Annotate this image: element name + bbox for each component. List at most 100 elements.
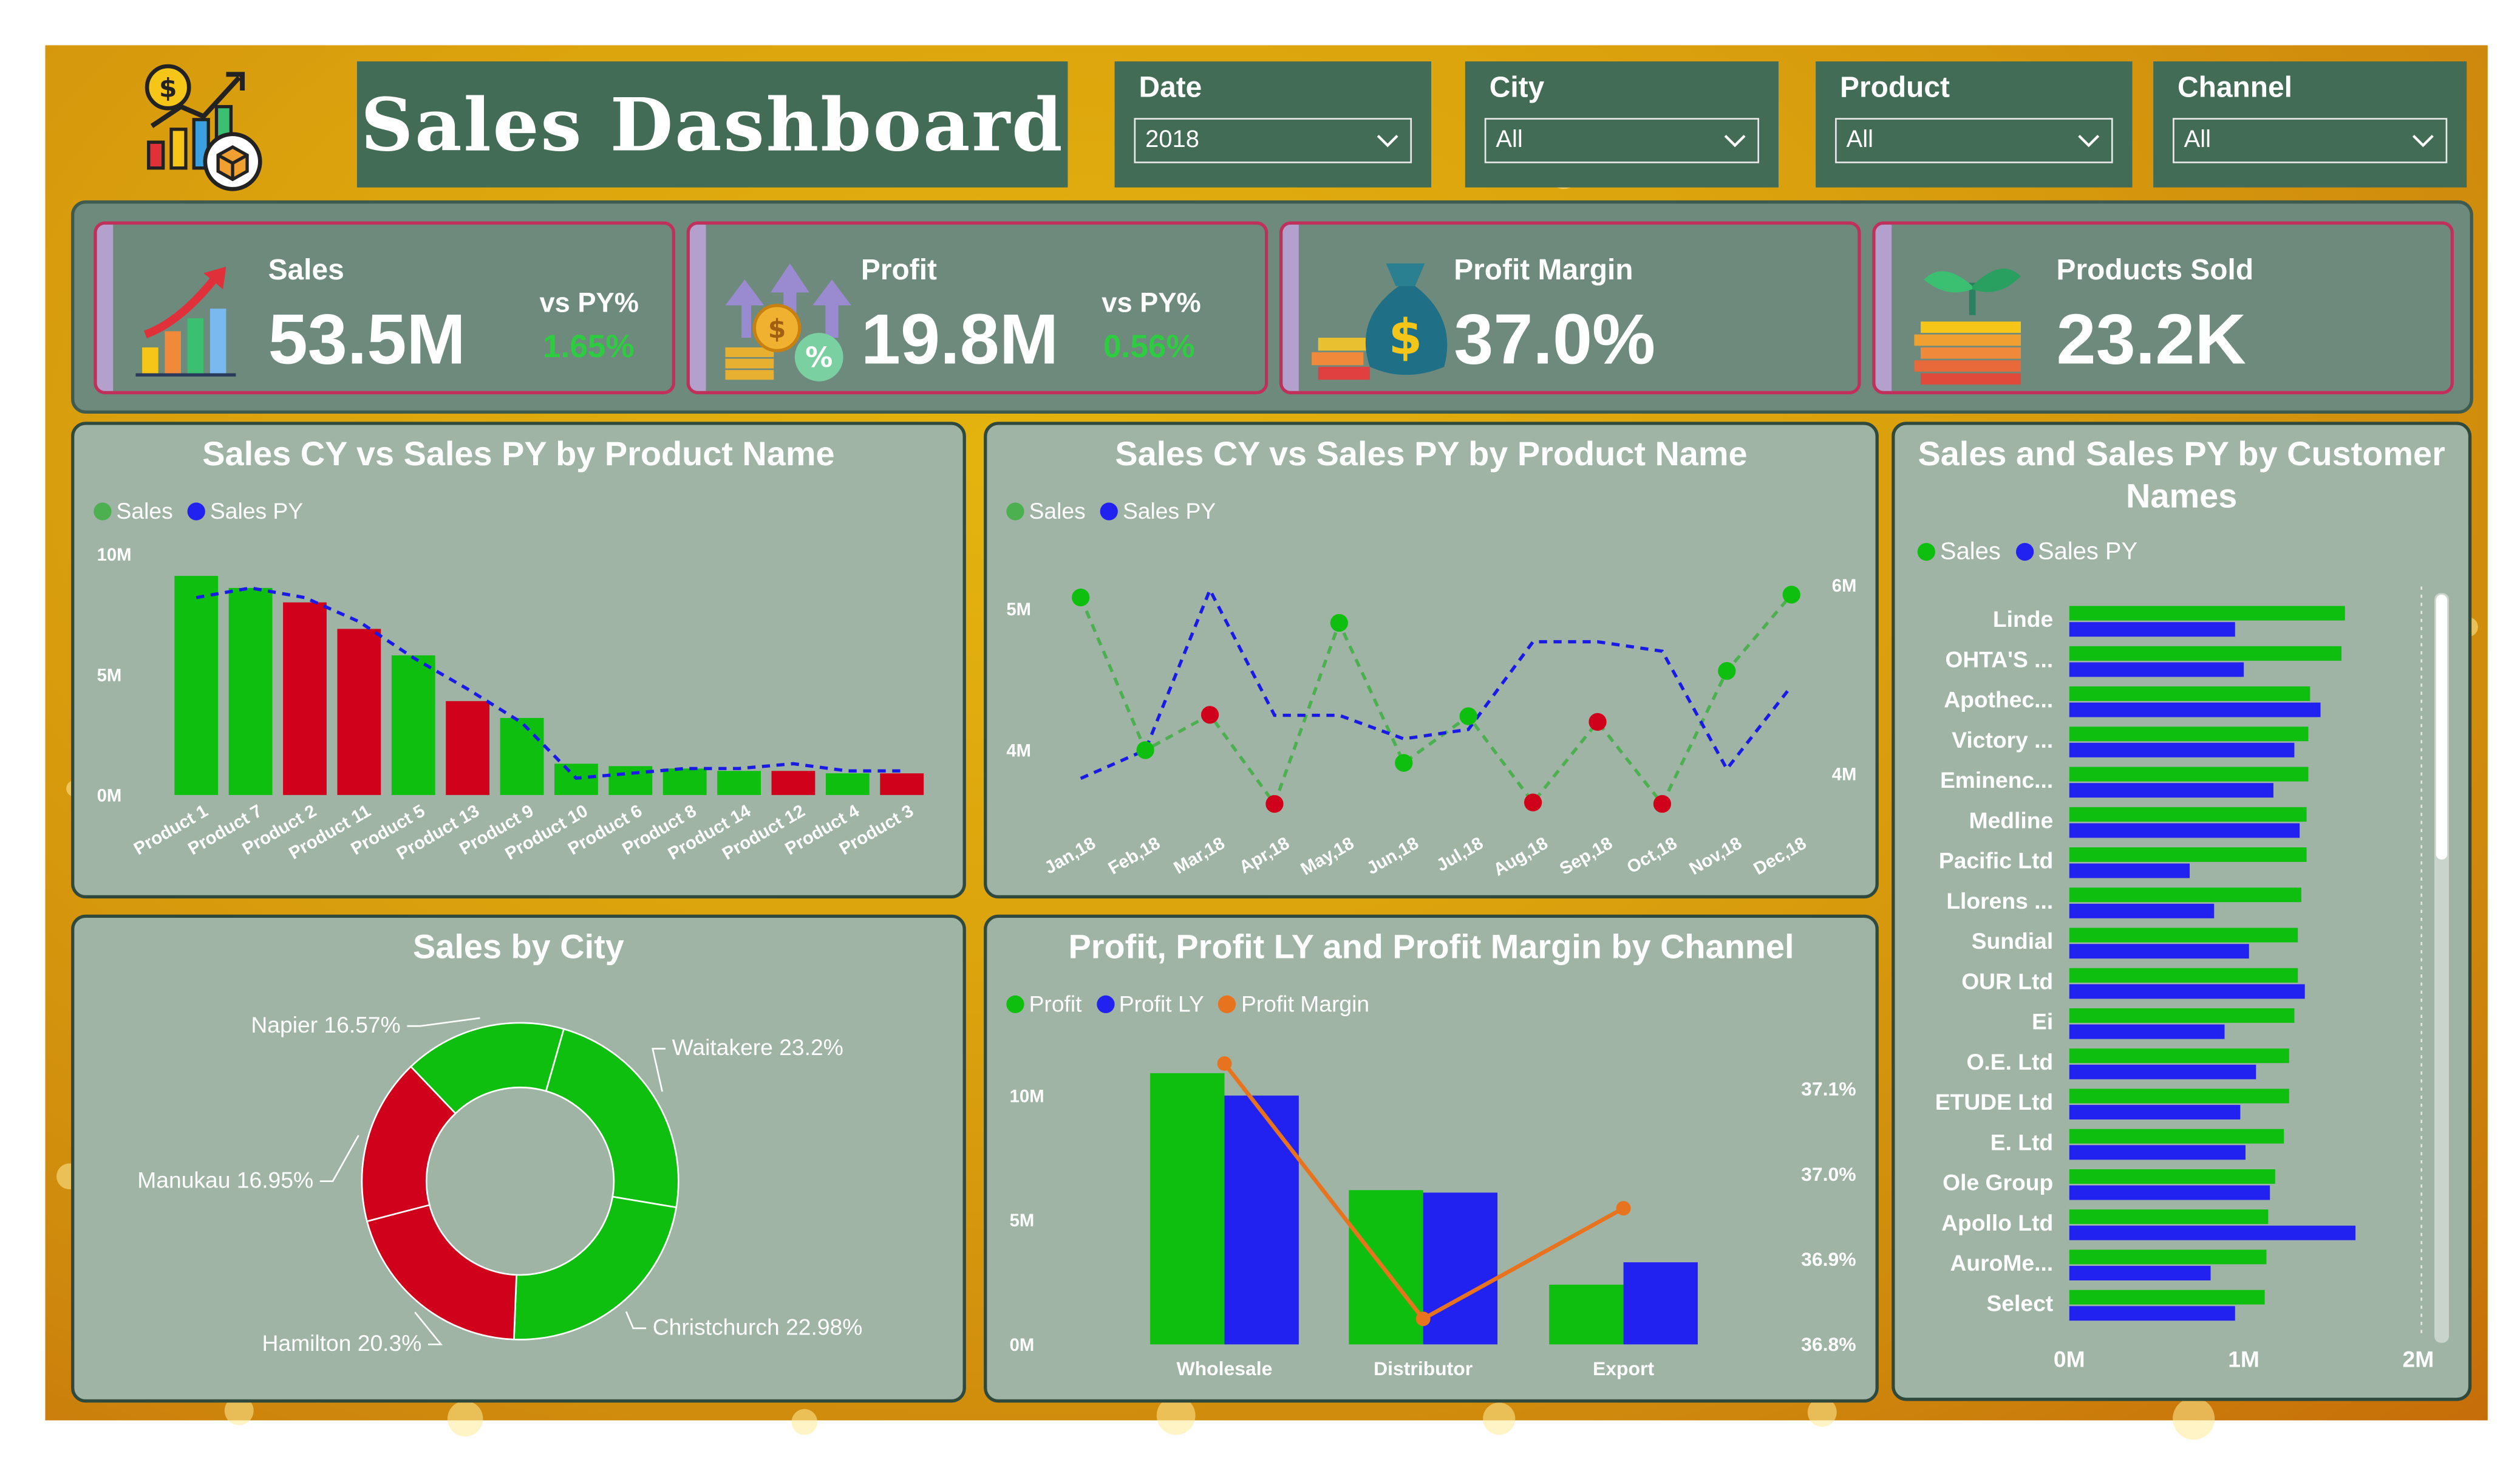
- sales-point: [1200, 706, 1219, 724]
- sales-py-bar: [2069, 702, 2321, 717]
- product-bar: [228, 587, 273, 795]
- kpi-value: 23.2K: [2056, 300, 2246, 380]
- kpi-vs-value: 1.65%: [542, 329, 635, 366]
- svg-text:$: $: [159, 73, 177, 104]
- dropdown-value: All: [1496, 126, 1523, 154]
- kpi-title: Profit: [860, 253, 937, 286]
- city-slice: [366, 1204, 517, 1341]
- dropdown-value: All: [2184, 126, 2212, 154]
- customer-label: Sundial: [1972, 928, 2053, 954]
- date-dropdown[interactable]: 2018: [1134, 118, 1412, 163]
- sales-py-bar: [2069, 783, 2273, 798]
- bokeh-dot: [2173, 1398, 2215, 1440]
- sales-bar: [2069, 1290, 2265, 1305]
- card-accent: [97, 224, 114, 391]
- slicer-label: Date: [1139, 71, 1202, 104]
- y-tick-label-right: 6M: [1832, 576, 1857, 596]
- profit-margin-point: [1217, 1056, 1232, 1071]
- slicer-date: Date 2018: [1114, 61, 1431, 188]
- product-bar-chart: 0M5M10MProduct 1Product 7Product 2Produc…: [97, 545, 924, 864]
- x-tick-label: Aug,18: [1490, 833, 1551, 880]
- svg-text:%: %: [805, 341, 833, 374]
- sales-point: [1524, 793, 1542, 812]
- sales-py-bar: [2069, 944, 2249, 959]
- kpi-value: 53.5M: [268, 300, 466, 380]
- channel-dropdown[interactable]: All: [2173, 118, 2448, 163]
- slicer-city: City All: [1465, 61, 1779, 188]
- money-bag-icon: $: [1312, 263, 1448, 380]
- chevron-down-icon: [1724, 134, 1746, 148]
- profit-margin-point: [1616, 1201, 1631, 1216]
- sales-bar: [2069, 767, 2309, 782]
- customer-label: OHTA'S ...: [1945, 646, 2053, 672]
- customer-label: Llorens ...: [1946, 888, 2053, 914]
- kpi-vs-label: vs PY%: [1102, 287, 1201, 319]
- sales-point: [1265, 794, 1284, 813]
- y-tick-label: 4M: [1006, 742, 1031, 761]
- sales-point: [1395, 754, 1413, 772]
- sales-bar: [2069, 686, 2311, 702]
- x-tick-label: Export: [1593, 1358, 1654, 1379]
- product-bar: [174, 576, 219, 795]
- slice-label: Christchurch 22.98%: [653, 1314, 863, 1339]
- sales-py-bar: [2069, 662, 2244, 677]
- customer-bar-chart: Linde OHTA'S ... Apothec... Victory ... Emin…: [1935, 586, 2449, 1372]
- kpi-vs-value: 0.56%: [1103, 329, 1195, 366]
- x-tick-label: Jul,18: [1433, 833, 1486, 875]
- x-tick-label: Sep,18: [1556, 833, 1616, 879]
- sales-py-bar: [2069, 823, 2300, 838]
- kpi-title: Profit Margin: [1454, 253, 1633, 286]
- city-dropdown[interactable]: All: [1484, 118, 1760, 163]
- y-tick-label-right: 37.0%: [1801, 1163, 1856, 1185]
- x-tick-label: Oct,18: [1624, 833, 1680, 877]
- product-bar: [717, 771, 761, 795]
- sales-point: [1782, 586, 1800, 604]
- monthly-line-chart: 5M4M6M4MJan,18 Feb,18 Mar,18 Apr,18 May,18 Ju…: [1006, 576, 1857, 880]
- customer-label: Select: [1986, 1290, 2053, 1316]
- customer-label: Pacific Ltd: [1939, 848, 2053, 873]
- slice-label: Hamilton 20.3%: [262, 1330, 421, 1356]
- slicer-product: Product All: [1816, 61, 2133, 188]
- customer-label: Apollo Ltd: [1941, 1210, 2053, 1235]
- kpi-title: Sales: [268, 253, 344, 286]
- kpi-card-profit: $ % Profit 19.8M vs PY% 0.56%: [686, 221, 1269, 395]
- x-tick-label: May,18: [1298, 833, 1358, 879]
- product-bar: [608, 766, 653, 795]
- leader-line: [625, 1311, 647, 1330]
- slice-label: Manukau 16.95%: [137, 1167, 313, 1192]
- scrollbar-thumb[interactable]: [2436, 594, 2448, 860]
- sales-py-bar: [2069, 1145, 2246, 1160]
- kpi-title: Products Sold: [2056, 253, 2254, 286]
- leader-line: [652, 1048, 666, 1092]
- page-title: Sales Dashboard: [360, 81, 1064, 168]
- profit-bar: [1150, 1073, 1225, 1345]
- svg-text:$: $: [768, 314, 786, 344]
- profit-ly-bar: [1224, 1095, 1299, 1345]
- sales-line: [1079, 593, 1793, 808]
- customer-label: O.E. Ltd: [1966, 1049, 2053, 1075]
- bokeh-dot: [791, 1409, 818, 1435]
- product-bar: [771, 771, 816, 795]
- sales-py-bar: [2069, 984, 2305, 999]
- city-slice: [513, 1195, 678, 1341]
- sales-by-city-panel: Sales by City Waitakere 23.2% Christchurc…: [71, 914, 966, 1403]
- kpi-value: 19.8M: [860, 300, 1059, 380]
- city-slice: [545, 1028, 679, 1209]
- sales-point: [1459, 707, 1477, 725]
- sales-py-bar: [2069, 1266, 2211, 1280]
- x-tick-label: Apr,18: [1236, 833, 1293, 877]
- sales-py-bar: [2069, 1105, 2241, 1120]
- product-bar: [880, 773, 924, 795]
- sales-py-bar: [2069, 1064, 2256, 1079]
- product-bar: [825, 773, 870, 795]
- customer-label: Ole Group: [1943, 1170, 2053, 1195]
- kpi-vs-label: vs PY%: [539, 287, 639, 319]
- y-tick-label: 10M: [97, 545, 132, 565]
- sales-py-bar: [2069, 1024, 2225, 1039]
- product-dropdown[interactable]: All: [1835, 118, 2113, 163]
- x-tick-label: Feb,18: [1105, 833, 1163, 878]
- dashboard-stage: $ Sales Dashboard Date 2018 City All Pro…: [0, 0, 2520, 1459]
- customer-label: Linde: [1993, 606, 2053, 632]
- sales-point: [1653, 794, 1672, 813]
- y-tick-label: 5M: [1006, 600, 1031, 620]
